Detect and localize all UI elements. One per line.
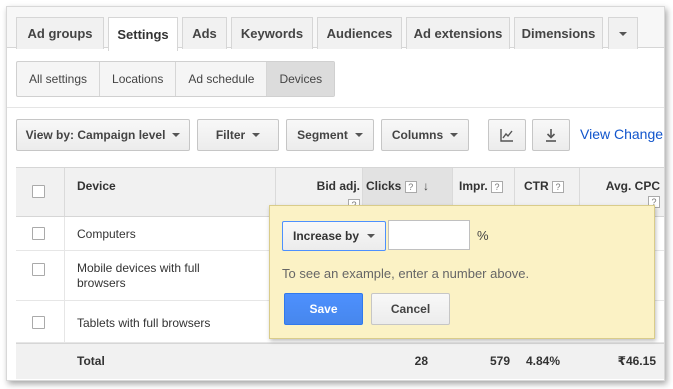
download-icon [546, 129, 556, 142]
bid-adjustment-input[interactable] [388, 220, 470, 250]
cancel-button[interactable]: Cancel [371, 293, 450, 325]
column-divider [64, 301, 65, 342]
example-hint: To see an example, enter a number above. [282, 266, 530, 281]
column-divider [64, 168, 65, 216]
subtab-locations[interactable]: Locations [100, 62, 177, 96]
save-button[interactable]: Save [284, 293, 363, 325]
tab-ad-groups[interactable]: Ad groups [16, 17, 104, 49]
chart-toggle-button[interactable] [488, 119, 526, 151]
tab-settings[interactable]: Settings [108, 17, 178, 51]
main-tabs: Ad groups Settings Ads Keywords Audience… [7, 7, 664, 51]
device-name: Mobile devices with full browsers [77, 261, 200, 290]
tab-audiences[interactable]: Audiences [317, 17, 402, 49]
row-checkbox[interactable] [32, 227, 45, 240]
view-change-link[interactable]: View Change [580, 126, 663, 142]
tab-keywords[interactable]: Keywords [231, 17, 313, 49]
sort-descending-icon: ↓ [423, 179, 430, 193]
divider [7, 107, 664, 108]
tab-ad-extensions[interactable]: Ad extensions [406, 17, 510, 49]
help-icon[interactable]: ? [552, 180, 565, 193]
more-tabs-button[interactable] [608, 17, 638, 49]
chevron-down-icon [354, 133, 363, 137]
adwords-panel: Ad groups Settings Ads Keywords Audience… [6, 6, 665, 381]
settings-subtabs: All settings Locations Ad schedule Devic… [16, 61, 336, 97]
tab-dimensions[interactable]: Dimensions [514, 17, 603, 49]
row-checkbox[interactable] [32, 316, 45, 329]
bid-adjustment-popup: Increase by % To see an example, enter a… [269, 205, 655, 339]
help-icon[interactable]: ? [491, 180, 504, 193]
total-ctr: 4.84% [525, 354, 560, 368]
select-all-checkbox[interactable] [32, 185, 45, 198]
row-checkbox[interactable] [32, 263, 45, 276]
chevron-down-icon [619, 31, 627, 36]
total-clicks: 28 [414, 354, 428, 368]
help-icon[interactable]: ? [404, 180, 417, 193]
chevron-down-icon [252, 133, 261, 137]
subtab-all-settings[interactable]: All settings [17, 62, 101, 96]
column-divider [64, 251, 65, 300]
total-avg-cpc: ₹46.15 [617, 354, 656, 368]
download-button[interactable] [532, 119, 570, 151]
percent-unit: % [477, 228, 489, 243]
columns-dropdown[interactable]: Columns [381, 119, 469, 151]
subtab-ad-schedule[interactable]: Ad schedule [176, 62, 268, 96]
line-chart-icon [500, 129, 513, 142]
chevron-down-icon [367, 234, 376, 238]
tab-ads[interactable]: Ads [182, 17, 227, 49]
segment-dropdown[interactable]: Segment [286, 119, 374, 151]
chevron-down-icon [172, 133, 181, 137]
total-label: Total [77, 354, 105, 368]
total-row: Total 28 579 4.84% ₹46.15 [16, 343, 664, 379]
view-by-dropdown[interactable]: View by: Campaign level [16, 119, 190, 151]
total-impr: 579 [489, 354, 510, 368]
chevron-down-icon [450, 133, 459, 137]
filter-dropdown[interactable]: Filter [197, 119, 279, 151]
device-name: Computers [77, 227, 136, 241]
device-name: Tablets with full browsers [77, 316, 211, 330]
column-divider [64, 217, 65, 250]
subtab-devices[interactable]: Devices [267, 62, 335, 96]
header-device[interactable]: Device [77, 168, 116, 216]
adjustment-mode-dropdown[interactable]: Increase by [282, 221, 387, 251]
